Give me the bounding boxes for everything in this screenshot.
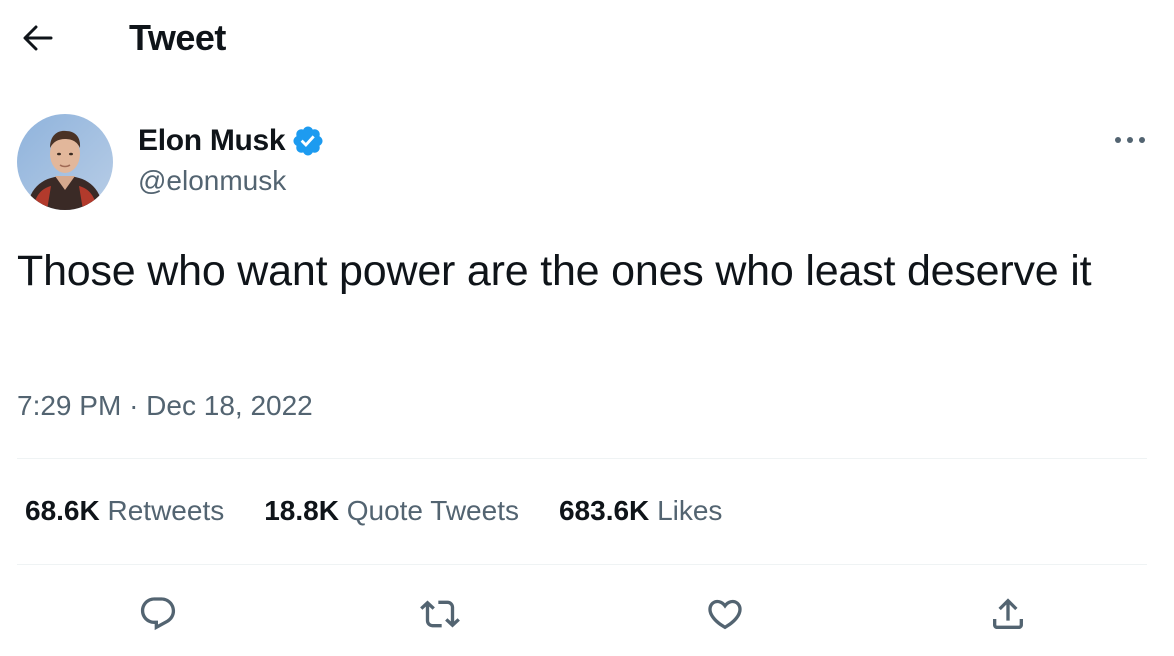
profile-photo	[17, 114, 113, 210]
avatar[interactable]	[17, 114, 113, 210]
tweet-timestamp: 7:29 PM · Dec 18, 2022	[17, 390, 313, 422]
retweets-label: Retweets	[107, 495, 225, 526]
retweet-icon	[420, 600, 460, 628]
quote-tweets-count: 18.8K	[264, 495, 339, 526]
likes-count: 683.6K	[558, 495, 650, 526]
author-name-row: Elon Musk	[138, 123, 325, 159]
share-icon	[993, 598, 1023, 629]
like-button[interactable]	[701, 590, 749, 638]
arrow-left-icon	[23, 25, 53, 51]
page-title: Tweet	[129, 17, 226, 58]
quote-tweets-stat[interactable]: 18.8K Quote Tweets	[264, 495, 519, 527]
divider	[17, 458, 1147, 459]
more-horizontal-icon	[1115, 137, 1145, 143]
tweet-text: Those who want power are the ones who le…	[17, 247, 1092, 295]
reply-icon	[140, 597, 176, 631]
top-bar: Tweet	[0, 0, 1174, 80]
author-handle[interactable]: @elonmusk	[138, 165, 325, 197]
reply-button[interactable]	[134, 590, 182, 638]
tweet-stats: 68.6K Retweets 18.8K Quote Tweets 683.6K…	[25, 495, 762, 527]
likes-label: Likes	[657, 495, 723, 526]
timestamp-separator: ·	[129, 390, 139, 421]
back-button[interactable]	[20, 20, 56, 56]
author-info: Elon Musk @elonmusk	[138, 123, 325, 197]
divider	[17, 564, 1147, 565]
tweet-time[interactable]: 7:29 PM	[17, 390, 121, 421]
author-name[interactable]: Elon Musk	[138, 124, 286, 158]
more-options-button[interactable]	[1108, 122, 1152, 158]
likes-stat[interactable]: 683.6K Likes	[559, 495, 722, 527]
retweets-count: 68.6K	[25, 495, 100, 526]
verified-badge-icon	[293, 126, 323, 156]
quote-tweets-label: Quote Tweets	[346, 495, 519, 526]
retweets-stat[interactable]: 68.6K Retweets	[25, 495, 224, 527]
retweet-button[interactable]	[416, 590, 464, 638]
like-icon	[708, 599, 742, 630]
tweet-date[interactable]: Dec 18, 2022	[146, 390, 313, 421]
share-button[interactable]	[984, 590, 1032, 638]
